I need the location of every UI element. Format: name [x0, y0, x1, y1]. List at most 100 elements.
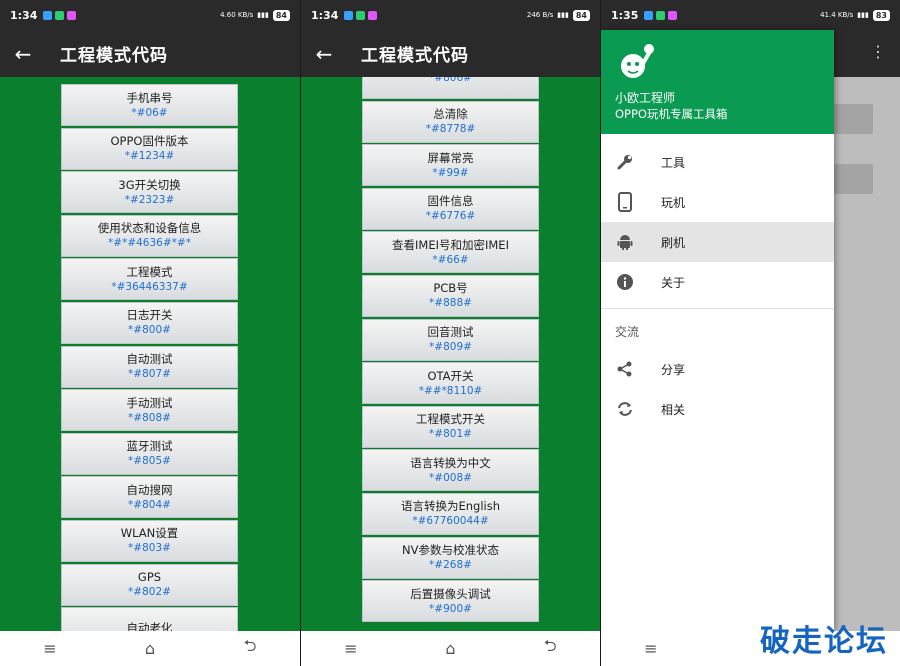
signal-icon: ▮▮▮	[257, 11, 269, 19]
drawer-item-tools[interactable]: 工具	[601, 142, 834, 182]
message-icon	[344, 10, 354, 20]
code-item-name: OTA开关	[427, 368, 474, 383]
navigation-drawer: 小欧工程师 OPPO玩机专属工具箱 工具 玩机 刷机 关于 交流 分享 相关	[601, 30, 834, 631]
code-item-code: *##*8110#	[418, 384, 483, 397]
code-item-code: *#1234#	[124, 150, 175, 163]
drawer-item-play[interactable]: 玩机	[601, 182, 834, 222]
code-list-item[interactable]: 蓝牙测试 *#805#	[61, 432, 238, 475]
code-item-name: OPPO固件版本	[110, 134, 189, 149]
code-list-item[interactable]: 日志开关 *#800#	[61, 301, 238, 344]
drawer-item-label: 刷机	[661, 235, 686, 250]
battery-icon: 84	[572, 9, 590, 21]
screen-2: 1:34 246 B/s ▮▮▮ 84 ← 工程模式代码 *#806# 总清除 *#…	[300, 0, 600, 666]
code-list-item[interactable]: 自动搜网 *#804#	[61, 476, 238, 519]
code-item-name: 蓝牙测试	[126, 439, 173, 454]
status-bar: 1:34 246 B/s ▮▮▮ 84	[301, 0, 600, 30]
back-arrow-icon[interactable]: ←	[0, 42, 46, 66]
code-list-item[interactable]: NV参数与校准状态 *#268#	[362, 536, 539, 579]
drawer-user-name: 小欧工程师	[615, 91, 676, 105]
drawer-item-flash[interactable]: 刷机	[601, 222, 834, 262]
code-item-code: *#06#	[131, 106, 168, 119]
code-list-item[interactable]: PCB号 *#888#	[362, 274, 539, 317]
code-item-name: 总清除	[433, 107, 468, 122]
code-item-code: *#900#	[429, 602, 472, 615]
code-item-code: *#99#	[432, 166, 469, 179]
drawer-item-about[interactable]: 关于	[601, 262, 834, 302]
message-icon	[43, 10, 53, 20]
code-list-item[interactable]: 固件信息 *#6776#	[362, 187, 539, 230]
code-item-code: *#*#4636#*#*	[108, 237, 191, 250]
wrench-icon	[615, 152, 635, 172]
code-item-code: *#2323#	[124, 193, 175, 206]
battery-icon: 84	[272, 9, 290, 21]
code-list-item[interactable]: 工程模式开关 *#801#	[362, 405, 539, 448]
drawer-item-label: 工具	[661, 155, 686, 170]
code-list-item[interactable]: 自动测试 *#807#	[61, 345, 238, 388]
code-item-code: *#268#	[429, 559, 472, 572]
code-list-item[interactable]: 手动测试 *#808#	[61, 389, 238, 432]
code-list-item[interactable]: *#806#	[362, 77, 539, 99]
app-icon	[668, 10, 678, 20]
share-icon	[615, 359, 635, 379]
home-icon[interactable]: ⌂	[420, 639, 480, 658]
code-item-code: *#808#	[128, 411, 171, 424]
drawer-item-related[interactable]: 相关	[601, 389, 834, 429]
code-list-item[interactable]: 总清除 *#8778#	[362, 100, 539, 143]
code-item-name: 语言转换为中文	[410, 455, 491, 470]
code-list-item[interactable]: 回音测试 *#809#	[362, 318, 539, 361]
app-bar: ← 工程模式代码	[301, 30, 600, 77]
back-arrow-icon[interactable]: ←	[301, 42, 347, 66]
back-icon[interactable]: ⮌	[520, 635, 580, 662]
code-item-name: GPS	[137, 570, 162, 585]
code-item-name: 3G开关切换	[118, 177, 181, 192]
code-list-item[interactable]: 查看IMEI号和加密IMEI *#66#	[362, 231, 539, 274]
code-item-code: *#805#	[128, 455, 171, 468]
code-list-item[interactable]: 自动老化	[61, 607, 238, 631]
code-item-code: *#6776#	[425, 210, 476, 223]
code-list: 手机串号 *#06# OPPO固件版本 *#1234# 3G开关切换 *#2323# 使用状…	[61, 84, 238, 631]
code-list-item[interactable]: GPS *#802#	[61, 563, 238, 606]
drawer-user-subtitle: OPPO玩机专属工具箱	[615, 107, 728, 121]
code-list-item[interactable]: 工程模式 *#36446337#	[61, 258, 238, 301]
code-item-code: *#66#	[432, 253, 469, 266]
app-bar: ← 工程模式代码	[0, 30, 300, 77]
back-icon[interactable]: ⮌	[220, 635, 280, 662]
code-list-item[interactable]: 3G开关切换 *#2323#	[61, 171, 238, 214]
notification-icons	[43, 10, 77, 20]
recent-apps-icon[interactable]: ≡	[321, 639, 381, 658]
code-list-item[interactable]: 语言转换为English *#67760044#	[362, 492, 539, 535]
home-icon[interactable]: ⌂	[120, 639, 180, 658]
info-icon	[615, 272, 635, 292]
screen-1: 1:34 4.60 KB/s ▮▮▮ 84 ← 工程模式代码 手机串号 *#06#…	[0, 0, 300, 666]
status-right: 4.60 KB/s ▮▮▮ 84	[220, 9, 290, 21]
code-list-item[interactable]: OTA开关 *##*8110#	[362, 362, 539, 405]
code-list-item[interactable]: OPPO固件版本 *#1234#	[61, 127, 238, 170]
code-item-code: *#008#	[429, 471, 472, 484]
code-item-name: 工程模式	[126, 264, 173, 279]
system-nav-bar: ≡ ⌂ ⮌	[0, 631, 300, 666]
sync-icon	[615, 399, 635, 419]
code-item-name: 手动测试	[126, 395, 173, 410]
code-item-name: 语言转换为English	[400, 499, 501, 514]
code-list-item[interactable]: WLAN设置 *#803#	[61, 519, 238, 562]
code-item-name: 屏幕常亮	[427, 150, 474, 165]
app-icon	[368, 10, 378, 20]
code-item-name: PCB号	[433, 281, 468, 296]
drawer-item-share[interactable]: 分享	[601, 349, 834, 389]
page-title: 工程模式代码	[361, 46, 469, 66]
code-list-item[interactable]: 后置摄像头调试 *#900#	[362, 580, 539, 623]
code-list-item[interactable]: 语言转换为中文 *#008#	[362, 449, 539, 492]
status-time: 1:35	[611, 8, 639, 22]
code-item-name: 工程模式开关	[416, 412, 485, 427]
code-list-item[interactable]: 使用状态和设备信息 *#*#4636#*#*	[61, 214, 238, 257]
notification-icons	[344, 10, 378, 20]
status-time: 1:34	[10, 8, 38, 22]
app-icon	[67, 10, 77, 20]
code-list-item[interactable]: 屏幕常亮 *#99#	[362, 144, 539, 187]
code-list-item[interactable]: 手机串号 *#06#	[61, 84, 238, 126]
recent-apps-icon[interactable]: ≡	[621, 639, 681, 658]
recent-apps-icon[interactable]: ≡	[20, 639, 80, 658]
code-item-name: 使用状态和设备信息	[97, 221, 202, 236]
overflow-menu-icon: ⋮	[870, 42, 886, 61]
android-icon	[615, 232, 635, 252]
